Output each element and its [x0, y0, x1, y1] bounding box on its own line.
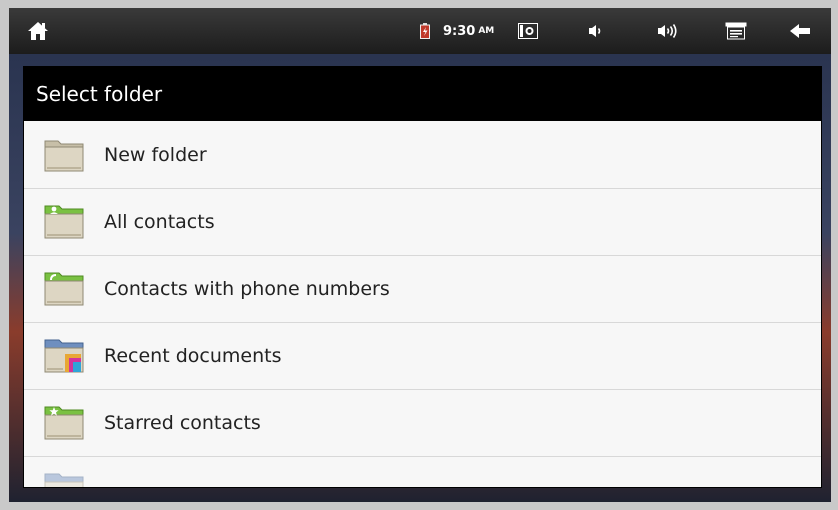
clock-time: 9:30: [443, 23, 476, 39]
folder-item-partially-visible[interactable]: [24, 457, 821, 487]
plain-folder-icon: [43, 135, 85, 175]
documents-folder-icon: [43, 336, 85, 376]
folder-item-label: Recent documents: [104, 345, 282, 367]
folder-item-label: Contacts with phone numbers: [104, 278, 390, 300]
back-arrow-icon[interactable]: [785, 8, 815, 54]
folder-item-label: All contacts: [104, 211, 215, 233]
partially-visible-folder-icon: [43, 470, 85, 487]
clock: 9:30 AM: [443, 8, 494, 54]
folder-item-contacts-with-phone-numbers[interactable]: Contacts with phone numbers: [24, 256, 821, 323]
screenshot-icon[interactable]: [515, 8, 541, 54]
folder-list[interactable]: New folder All contacts Contacts with ph…: [24, 122, 821, 487]
folder-item-label: Starred contacts: [104, 412, 261, 434]
volume-up-icon[interactable]: [653, 8, 683, 54]
clock-ampm: AM: [478, 26, 495, 36]
device-screen: 9:30 AM Select folder New folder All con…: [9, 8, 831, 502]
folder-item-starred-contacts[interactable]: Starred contacts: [24, 390, 821, 457]
folder-item-recent-documents[interactable]: Recent documents: [24, 323, 821, 390]
phone-folder-icon: [43, 269, 85, 309]
battery-icon: [417, 8, 433, 54]
starred-folder-icon: [43, 403, 85, 443]
contacts-folder-icon: [43, 202, 85, 242]
status-bar: 9:30 AM: [9, 8, 831, 54]
folder-item-new-folder[interactable]: New folder: [24, 122, 821, 189]
folder-item-label: New folder: [104, 144, 207, 166]
select-folder-dialog: Select folder New folder All contacts Co…: [23, 66, 822, 488]
volume-down-icon[interactable]: [583, 8, 609, 54]
home-icon[interactable]: [23, 8, 53, 54]
folder-item-all-contacts[interactable]: All contacts: [24, 189, 821, 256]
dialog-title: Select folder: [24, 67, 821, 121]
menu-icon[interactable]: [721, 8, 751, 54]
